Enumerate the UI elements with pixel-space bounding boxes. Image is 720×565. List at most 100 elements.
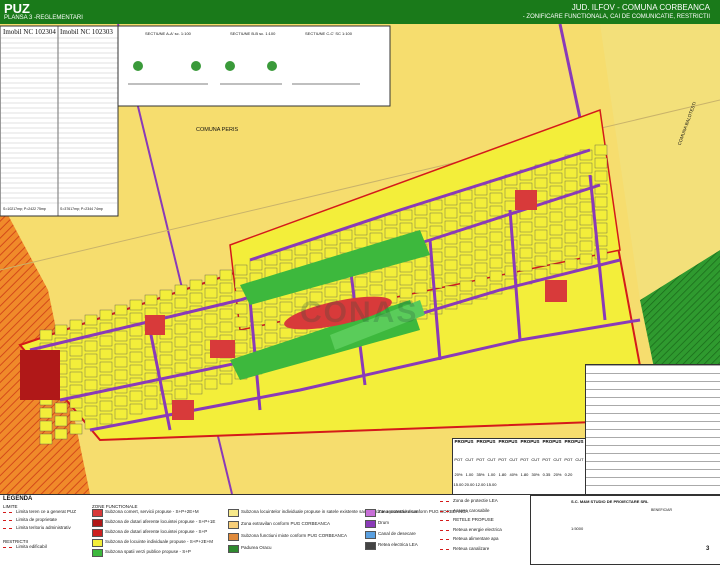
indicator-cell: 30%	[531, 472, 540, 477]
indicator-cell: 35%	[476, 472, 485, 477]
indicator-cell: PROPUS	[454, 439, 474, 444]
legend-label: Reteua energie electrica	[453, 526, 502, 532]
parcel	[174, 336, 188, 348]
parcel	[189, 357, 203, 369]
commerce-zone	[20, 350, 60, 400]
parcel	[84, 379, 98, 391]
parcel	[54, 402, 68, 414]
parcel	[189, 318, 203, 330]
indicator-cell: 20%	[454, 472, 463, 477]
title-cartouche: S.C. M&M STUDIO DE PROIECTARE SRL BENEFI…	[530, 495, 720, 565]
commerce-zone	[172, 400, 194, 420]
title-block-header: PUZ PLANSA 3 -REGLEMENTARI JUD. ILFOV - …	[0, 0, 720, 24]
parcel	[534, 242, 548, 254]
inventory-note-a: S=10217mp; P=2422 75mp	[3, 207, 46, 211]
parcel	[564, 245, 578, 257]
parcel	[399, 222, 413, 234]
parcel	[129, 299, 143, 311]
parcel	[114, 304, 128, 316]
parcel	[384, 279, 398, 291]
commerce-zone	[515, 190, 537, 210]
parcel	[69, 397, 83, 409]
parcel	[444, 220, 458, 232]
parcel	[594, 209, 608, 221]
legend-label: Subzona locuintelor individuale propuse …	[241, 509, 469, 514]
parcel	[189, 331, 203, 343]
legend-label: Subzona functiuni mixte conform PUG CORB…	[241, 533, 348, 538]
parcel	[264, 319, 278, 331]
parcel	[159, 289, 173, 301]
inventory-note-b: S=37617mp; P=2344 74mp	[60, 207, 103, 211]
parcel	[429, 212, 443, 224]
parcel	[264, 332, 278, 344]
parcel	[174, 375, 188, 387]
parcel	[294, 244, 308, 256]
indicator-cell: 1.80	[520, 472, 529, 477]
parcel	[99, 400, 113, 412]
parcel	[489, 205, 503, 217]
indicator-cell: 1.00	[487, 472, 496, 477]
legend-label: Limita teritoriu administrativ	[16, 525, 71, 530]
legend-label: Padurea Oracu	[241, 545, 272, 550]
parcel	[189, 292, 203, 304]
parcel	[114, 330, 128, 342]
parcel	[129, 390, 143, 402]
legend-swatch	[92, 529, 103, 537]
parcel	[459, 215, 473, 227]
legend-swatch	[228, 509, 239, 517]
parcel	[534, 216, 548, 228]
parcel	[219, 269, 233, 281]
parcel	[309, 239, 323, 251]
parcel	[489, 192, 503, 204]
table-row	[586, 437, 720, 438]
parcel	[159, 302, 173, 314]
parcel	[564, 232, 578, 244]
parcel	[264, 306, 278, 318]
parcel	[564, 167, 578, 179]
parcel	[54, 428, 68, 440]
parcel	[69, 345, 83, 357]
inventory-title-a: Imobil NC 102304	[3, 28, 56, 36]
parcel	[99, 309, 113, 321]
parcel	[39, 420, 53, 432]
indicator-cell: POT	[564, 457, 573, 462]
legend-swatch	[228, 545, 239, 553]
legend-label: Limita teren ce a generat PUZ	[16, 509, 77, 514]
indicator-cell: POT	[498, 457, 507, 462]
table-row	[586, 453, 720, 454]
parcel	[234, 342, 248, 354]
table-row	[586, 421, 720, 422]
indicator-cell	[552, 482, 563, 490]
legend-label: RETELE PROPUSE	[453, 517, 494, 522]
parcel	[549, 172, 563, 184]
parcel	[399, 209, 413, 221]
parcel	[474, 236, 488, 248]
indicator-cell: CUT	[531, 457, 540, 462]
plansa-label: PLANSA 3 -REGLEMENTARI	[4, 15, 83, 21]
parcel	[444, 272, 458, 284]
indicator-cell	[563, 482, 574, 490]
watermark: CONAS	[300, 296, 419, 329]
parcel	[204, 287, 218, 299]
parcel	[174, 284, 188, 296]
legend-label: Zona protectie drum	[378, 509, 419, 514]
legend-swatch	[3, 528, 12, 529]
legend-swatch	[92, 509, 103, 517]
table-row	[586, 373, 720, 374]
parcel	[174, 349, 188, 361]
plansa-number: 3	[706, 546, 710, 552]
parcel	[594, 170, 608, 182]
parcel	[39, 329, 53, 341]
parcel	[174, 323, 188, 335]
parcel	[579, 253, 593, 265]
parcel	[429, 225, 443, 237]
parcel	[219, 282, 233, 294]
parcel	[519, 247, 533, 259]
legend-label: Limita edificabil	[16, 544, 47, 549]
parcel	[39, 433, 53, 445]
parcel	[129, 325, 143, 337]
parcel	[579, 201, 593, 213]
parcel	[219, 308, 233, 320]
indicator-cell: CUT	[575, 457, 584, 462]
client-label: BENEFICIAR	[651, 508, 673, 512]
